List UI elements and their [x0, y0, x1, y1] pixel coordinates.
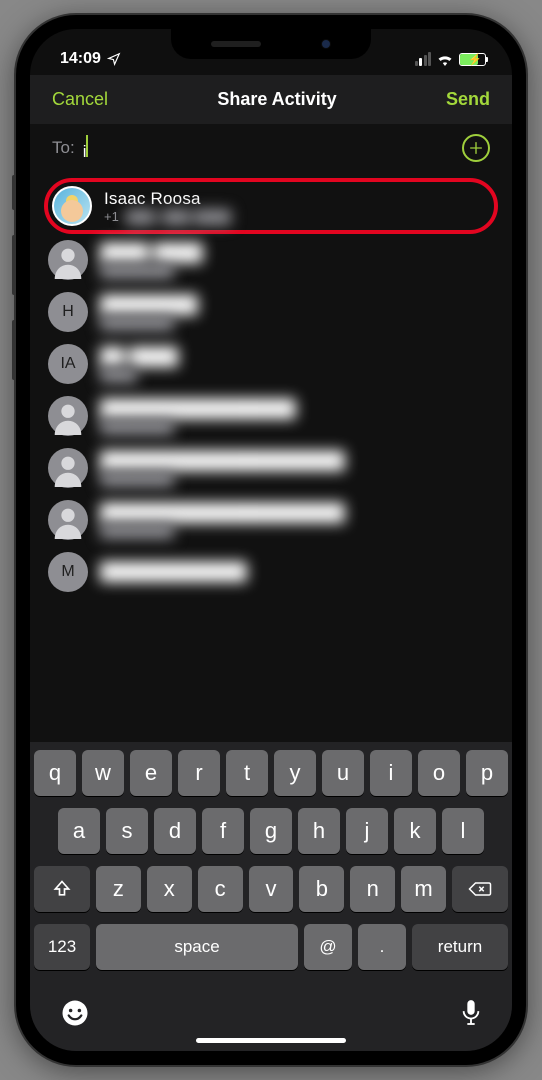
key-t[interactable]: t	[226, 750, 268, 796]
key-y[interactable]: y	[274, 750, 316, 796]
contact-row[interactable]: H ████████████████	[30, 286, 512, 338]
key-f[interactable]: f	[202, 808, 244, 854]
location-arrow-icon	[107, 52, 121, 66]
contact-row[interactable]: ████ ████████████	[30, 234, 512, 286]
contact-name: ██ ████	[100, 347, 178, 367]
key-e[interactable]: e	[130, 750, 172, 796]
nav-bar: Cancel Share Activity Send	[30, 75, 512, 124]
dot-key[interactable]: .	[358, 924, 406, 970]
key-x[interactable]: x	[147, 866, 192, 912]
key-h[interactable]: h	[298, 808, 340, 854]
avatar	[48, 448, 88, 488]
contact-name: ████ ████	[100, 243, 203, 263]
avatar	[52, 186, 92, 226]
key-g[interactable]: g	[250, 808, 292, 854]
at-key[interactable]: @	[304, 924, 352, 970]
emoji-icon[interactable]	[60, 998, 90, 1033]
numeric-key[interactable]: 123	[34, 924, 90, 970]
contact-subtext: ████████	[100, 315, 198, 330]
key-c[interactable]: c	[198, 866, 243, 912]
key-r[interactable]: r	[178, 750, 220, 796]
contact-row[interactable]: Isaac Roosa+1 (███) ███-████	[44, 178, 498, 234]
notch	[171, 29, 371, 59]
contact-name: ████████	[100, 295, 198, 315]
avatar	[48, 500, 88, 540]
key-z[interactable]: z	[96, 866, 141, 912]
avatar: IA	[48, 344, 88, 384]
key-j[interactable]: j	[346, 808, 388, 854]
avatar	[48, 396, 88, 436]
contact-row[interactable]: ████████████████████████████	[30, 494, 512, 546]
cancel-button[interactable]: Cancel	[52, 89, 108, 110]
key-u[interactable]: u	[322, 750, 364, 796]
key-v[interactable]: v	[249, 866, 294, 912]
key-l[interactable]: l	[442, 808, 484, 854]
key-m[interactable]: m	[401, 866, 446, 912]
key-p[interactable]: p	[466, 750, 508, 796]
contact-subtext: ████	[100, 367, 178, 382]
contact-list: Isaac Roosa+1 (███) ███-████████ ███████…	[30, 172, 512, 742]
contact-name: ████████████████████	[100, 451, 345, 471]
recipient-input[interactable]: i	[83, 135, 462, 162]
avatar: M	[48, 552, 88, 592]
contact-row[interactable]: ████████████████████████	[30, 390, 512, 442]
contact-subtext: ████████	[100, 471, 345, 486]
home-indicator[interactable]	[196, 1038, 346, 1043]
contact-name: ████████████████	[100, 399, 296, 419]
cellular-signal-icon	[415, 52, 432, 66]
contact-subtext: ████████	[100, 419, 296, 434]
battery-icon: ⚡	[459, 53, 486, 66]
contact-name: ████████████████████	[100, 503, 345, 523]
wifi-icon	[436, 53, 454, 66]
key-s[interactable]: s	[106, 808, 148, 854]
key-q[interactable]: q	[34, 750, 76, 796]
contact-name: Isaac Roosa	[104, 189, 231, 209]
backspace-key[interactable]	[452, 866, 508, 912]
key-d[interactable]: d	[154, 808, 196, 854]
contact-subtext: ████████	[100, 263, 203, 278]
contact-row[interactable]: IA ██ ████████	[30, 338, 512, 390]
return-key[interactable]: return	[412, 924, 508, 970]
shift-key[interactable]	[34, 866, 90, 912]
contact-row[interactable]: M ████████████	[30, 546, 512, 598]
key-w[interactable]: w	[82, 750, 124, 796]
keyboard: qwertyuiop asdfghjkl zxcvbnm 123 space @…	[30, 742, 512, 992]
key-a[interactable]: a	[58, 808, 100, 854]
to-label: To:	[52, 138, 75, 158]
status-time: 14:09	[60, 50, 101, 68]
avatar	[48, 240, 88, 280]
recipient-row: To: i	[30, 124, 512, 172]
page-title: Share Activity	[217, 89, 336, 110]
key-o[interactable]: o	[418, 750, 460, 796]
send-button[interactable]: Send	[446, 89, 490, 110]
phone-frame: 14:09 ⚡ Cancel Share Activity Send To	[16, 15, 526, 1065]
contact-row[interactable]: ████████████████████████████	[30, 442, 512, 494]
space-key[interactable]: space	[96, 924, 298, 970]
contact-subtext: ████████	[100, 523, 345, 538]
contact-subtext: +1 (███) ███-████	[104, 209, 231, 224]
key-n[interactable]: n	[350, 866, 395, 912]
key-k[interactable]: k	[394, 808, 436, 854]
key-b[interactable]: b	[299, 866, 344, 912]
contact-name: ████████████	[100, 562, 247, 582]
key-i[interactable]: i	[370, 750, 412, 796]
mic-icon[interactable]	[460, 998, 482, 1033]
avatar: H	[48, 292, 88, 332]
add-contact-button[interactable]	[462, 134, 490, 162]
